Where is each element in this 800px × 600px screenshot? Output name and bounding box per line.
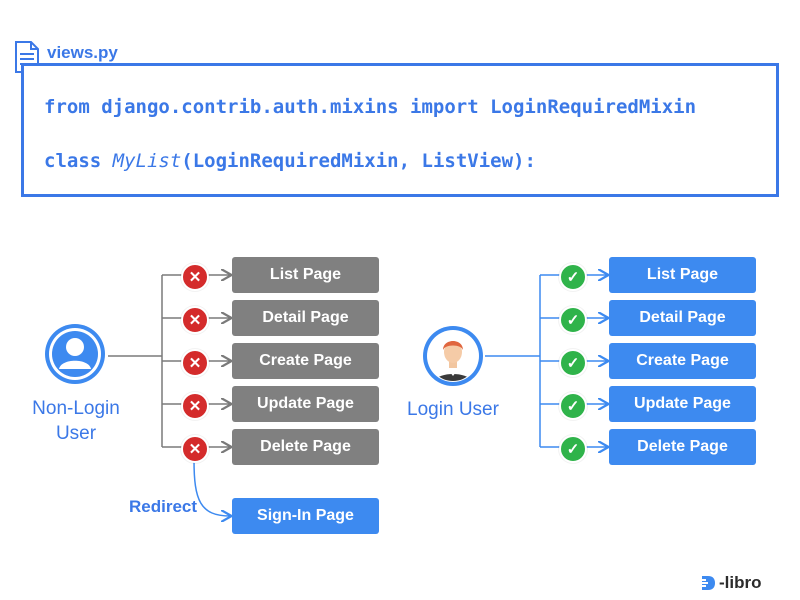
login-delete-page[interactable]: Delete Page — [609, 429, 756, 465]
check-circle-icon: ✓ — [559, 306, 587, 334]
check-circle-icon: ✓ — [559, 349, 587, 377]
check-circle-icon: ✓ — [559, 263, 587, 291]
sign-in-page[interactable]: Sign-In Page — [232, 498, 379, 534]
brand-logo: -libro — [700, 573, 762, 593]
non-login-detail-page[interactable]: Detail Page — [232, 300, 379, 336]
check-circle-icon: ✓ — [559, 392, 587, 420]
login-detail-page[interactable]: Detail Page — [609, 300, 756, 336]
login-update-page[interactable]: Update Page — [609, 386, 756, 422]
redirect-arrow — [193, 459, 230, 516]
login-list-page[interactable]: List Page — [609, 257, 756, 293]
non-login-user-label: Non-Login User — [20, 396, 132, 446]
redirect-label: Redirect — [129, 497, 198, 516]
x-circle-icon: ✕ — [181, 435, 209, 463]
non-login-label-line1: Non-Login — [32, 398, 120, 419]
user-icon — [45, 324, 105, 384]
x-circle-icon: ✕ — [181, 392, 209, 420]
x-circle-icon: ✕ — [181, 349, 209, 377]
check-circle-icon: ✓ — [559, 435, 587, 463]
non-login-update-page[interactable]: Update Page — [232, 386, 379, 422]
non-login-label-line2: User — [55, 423, 97, 444]
x-circle-icon: ✕ — [181, 306, 209, 334]
x-circle-icon: ✕ — [181, 263, 209, 291]
d-libro-logo-icon — [700, 576, 715, 590]
person-avatar-icon — [423, 326, 483, 386]
non-login-delete-page[interactable]: Delete Page — [232, 429, 379, 465]
login-user-label: Login User — [407, 399, 499, 420]
non-login-list-page[interactable]: List Page — [232, 257, 379, 293]
brand-text: -libro — [719, 573, 762, 592]
non-login-create-page[interactable]: Create Page — [232, 343, 379, 379]
login-create-page[interactable]: Create Page — [609, 343, 756, 379]
